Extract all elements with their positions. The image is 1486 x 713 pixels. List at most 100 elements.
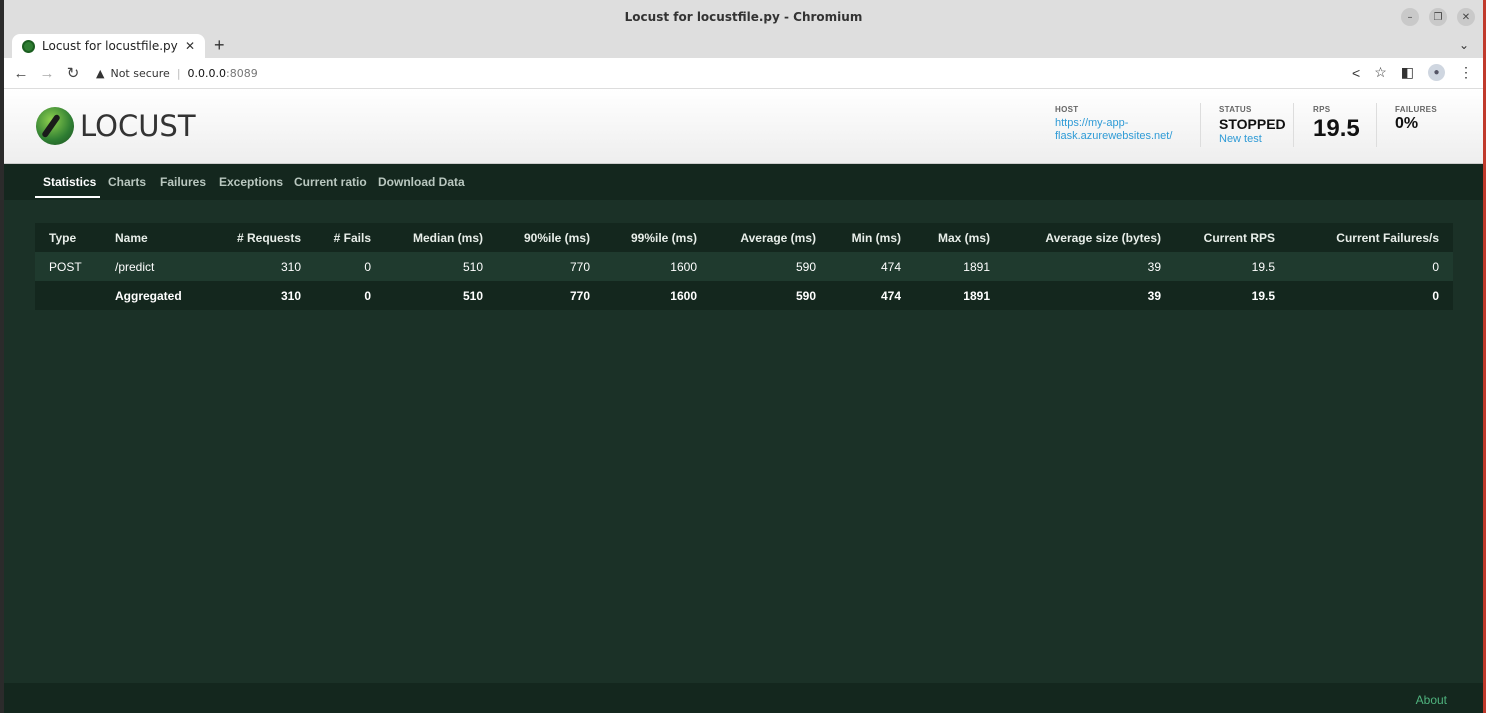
host-link[interactable]: https://my-app- flask.azurewebsites.net/ [1055,117,1195,143]
rps-box: RPS 19.5 [1313,105,1360,143]
browser-tab[interactable]: Locust for locustfile.py ✕ [12,34,205,58]
column-header[interactable]: Max (ms) [915,223,1004,252]
tab-failures[interactable]: Failures [160,175,206,189]
browser-window: Locust for locustfile.py - Chromium – ❐ … [0,0,1486,713]
failures-label: FAILURES [1395,105,1437,114]
chevron-down-icon[interactable]: ⌄ [1459,38,1469,52]
locust-logo: LOCUST [36,107,196,145]
toolbar-actions: < ☆ ◧ ● ⋮ [1352,64,1473,81]
cell-p99: 1600 [604,281,711,310]
column-header[interactable]: 90%ile (ms) [497,223,604,252]
cell-requests: 310 [201,252,315,281]
cell-current-rps: 19.5 [1175,281,1289,310]
host-line-2: flask.azurewebsites.net/ [1055,130,1173,142]
status-box: STATUS STOPPED New test [1219,105,1286,145]
cell-p99: 1600 [604,252,711,281]
browser-toolbar: ← → ↻ ▲ Not secure | 0.0.0.0:8089 < ☆ ◧ … [4,58,1483,89]
cell-fails: 0 [315,281,385,310]
host-line-1: https://my-app- [1055,117,1129,129]
statistics-table: Type Name # Requests # Fails Median (ms)… [35,223,1453,310]
column-header[interactable]: Median (ms) [385,223,497,252]
title-bar: Locust for locustfile.py - Chromium – ❐ … [4,0,1483,34]
column-header[interactable]: # Fails [315,223,385,252]
tab-close-icon[interactable]: ✕ [185,39,195,53]
tab-download-data[interactable]: Download Data [378,175,465,189]
cell-fails: 0 [315,252,385,281]
window-controls: – ❐ ✕ [1401,8,1475,26]
cell-current-rps: 19.5 [1175,252,1289,281]
cell-current-failures: 0 [1289,252,1453,281]
tab-strip: Locust for locustfile.py ✕ + ⌄ [4,34,1483,58]
column-header[interactable]: Average (ms) [711,223,830,252]
main-tabs: Statistics Charts Failures Exceptions Cu… [4,164,1483,200]
cell-max: 1891 [915,252,1004,281]
back-icon[interactable]: ← [8,65,34,82]
column-header[interactable]: 99%ile (ms) [604,223,711,252]
cell-median: 510 [385,252,497,281]
divider [1200,103,1201,147]
minimize-icon[interactable]: – [1401,8,1419,26]
column-header[interactable]: Current RPS [1175,223,1289,252]
column-header[interactable]: Name [101,223,201,252]
url-host: 0.0.0.0 [187,66,227,80]
reload-icon[interactable]: ↻ [60,64,86,82]
aggregated-row: Aggregated 310 0 510 770 1600 590 474 18… [35,281,1453,310]
column-header[interactable]: Average size (bytes) [1004,223,1175,252]
security-label: Not secure [110,66,170,80]
new-test-link[interactable]: New test [1219,133,1286,145]
cell-avg-size: 39 [1004,252,1175,281]
locust-logo-icon [36,107,74,145]
cell-name: Aggregated [101,281,201,310]
tab-charts[interactable]: Charts [108,175,146,189]
tab-current-ratio[interactable]: Current ratio [294,175,367,189]
host-label: HOST [1055,105,1079,114]
cell-p90: 770 [497,252,604,281]
about-link[interactable]: About [1416,693,1447,707]
column-header[interactable]: Type [35,223,101,252]
active-tab-indicator [35,196,100,198]
tab-statistics[interactable]: Statistics [43,175,96,189]
cell-median: 510 [385,281,497,310]
divider: | [176,66,181,80]
url-port: :8089 [226,66,258,80]
cell-min: 474 [830,252,915,281]
cell-max: 1891 [915,281,1004,310]
profile-icon[interactable]: ● [1428,64,1445,81]
new-tab-button[interactable]: + [214,35,225,56]
locust-favicon-icon [22,39,35,53]
restore-icon[interactable]: ❐ [1429,8,1447,26]
tab-title: Locust for locustfile.py [42,39,178,53]
window-title: Locust for locustfile.py - Chromium [624,10,863,24]
address-bar[interactable]: ▲ Not secure | 0.0.0.0:8089 [96,67,258,80]
cell-p90: 770 [497,281,604,310]
status-label: STATUS [1219,105,1252,114]
cell-avg-size: 39 [1004,281,1175,310]
status-value: STOPPED [1219,116,1286,132]
logo-text: LOCUST [80,109,196,143]
warning-icon: ▲ [96,66,105,80]
star-icon[interactable]: ☆ [1374,64,1387,81]
cell-requests: 310 [201,281,315,310]
kebab-menu-icon[interactable]: ⋮ [1459,64,1473,81]
cell-min: 474 [830,281,915,310]
cell-average: 590 [711,281,830,310]
column-header[interactable]: Min (ms) [830,223,915,252]
rps-value: 19.5 [1313,115,1360,142]
failures-value: 0% [1395,115,1419,132]
column-header[interactable]: Current Failures/s [1289,223,1453,252]
locust-header: LOCUST HOST https://my-app- flask.azurew… [4,89,1483,164]
host-box: HOST https://my-app- flask.azurewebsites… [1055,105,1195,143]
share-icon[interactable]: < [1352,65,1360,81]
tab-exceptions[interactable]: Exceptions [219,175,283,189]
cell-average: 590 [711,252,830,281]
cell-current-failures: 0 [1289,281,1453,310]
column-header[interactable]: # Requests [201,223,315,252]
forward-icon[interactable]: → [34,65,60,82]
side-panel-icon[interactable]: ◧ [1401,64,1414,81]
table-header-row: Type Name # Requests # Fails Median (ms)… [35,223,1453,252]
close-icon[interactable]: ✕ [1457,8,1475,26]
cell-type [35,281,101,310]
cell-type: POST [35,252,101,281]
divider [1376,103,1377,147]
footer: About [4,683,1483,713]
